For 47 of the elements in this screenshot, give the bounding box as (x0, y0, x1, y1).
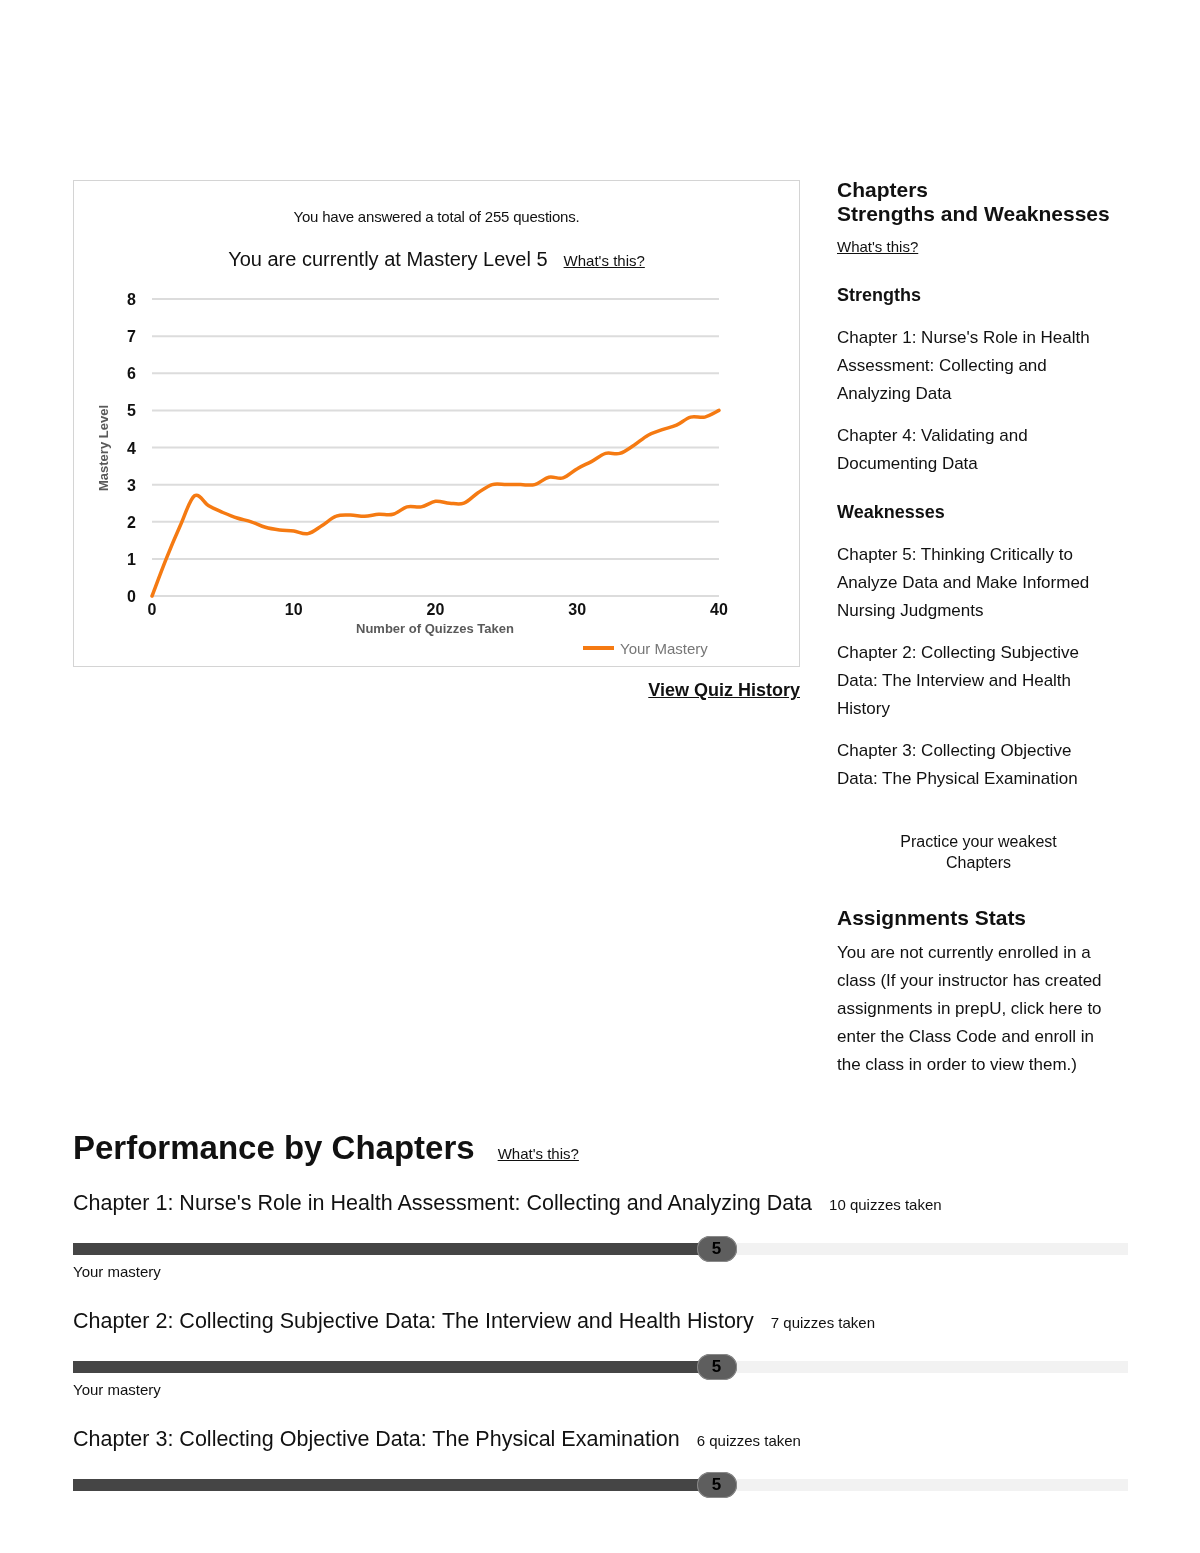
quizzes-taken-count: 7 quizzes taken (770, 1313, 875, 1333)
panel-subtitle: Strengths and Weaknesses (837, 202, 1111, 226)
whats-this-link[interactable]: What's this? (563, 252, 645, 270)
assignments-text: You are not currently enrolled in a class (If your instructor has created assignments in prepU, click here to enter the Class Code and enroll in the class in order to view them.) (837, 942, 1103, 1076)
chapter-item: Chapter 5: Thinking Critically to Analyze Data and Make Informed Nursing Judgments (837, 544, 1091, 622)
mastery-label: Your mastery (73, 1381, 162, 1399)
chapter-item: Chapter 1: Nurse's Role in Health Assessment: Collecting and Analyzing Data (837, 327, 1091, 405)
axis-tick-label: 3 (127, 476, 136, 494)
axis-tick-label: 5 (127, 402, 136, 420)
quizzes-taken-count: 10 quizzes taken (829, 1195, 942, 1215)
axis-tick-label: 20 (426, 601, 445, 618)
axis-tick-label: 1 (127, 550, 136, 568)
practice-weakest-chapters-button[interactable]: Practice your weakest Chapters (878, 831, 1079, 873)
chapter-title: Chapter 1: Nurse's Role in Health Assessment: Collecting and Analyzing Data (73, 1191, 813, 1215)
axis-title: Mastery Level (96, 405, 111, 491)
axis-tick-label: 6 (127, 365, 136, 383)
quizzes-taken-count: 6 quizzes taken (696, 1431, 801, 1451)
chapter-item: Chapter 3: Collecting Objective Data: The Physical Examination (837, 740, 1079, 790)
panel-title: Chapters (837, 178, 930, 202)
axis-title: Number of Quizzes Taken (356, 621, 514, 636)
chapter-item: Chapter 2: Collecting Subjective Data: The Interview and Health History (837, 642, 1080, 720)
mastery-level-badge: 5 (696, 1236, 737, 1262)
chapter-title: Chapter 2: Collecting Subjective Data: The Interview and Health History (73, 1309, 754, 1333)
axis-tick-label: 8 (127, 291, 136, 308)
axis-tick-label: 30 (568, 601, 587, 618)
group-heading: Strengths (837, 284, 922, 306)
whats-this-link[interactable]: What's this? (497, 1145, 579, 1163)
whats-this-link[interactable]: What's this? (837, 238, 919, 255)
assignments-heading: Assignments Stats (837, 906, 1028, 930)
chapter-title: Chapter 3: Collecting Objective Data: The Physical Examination (73, 1427, 680, 1451)
axis-tick-label: 7 (127, 328, 136, 346)
axis-tick-label: 0 (147, 601, 157, 618)
group-heading: Weaknesses (837, 501, 946, 523)
view-quiz-history-link[interactable]: View Quiz History (648, 680, 800, 700)
axis-tick-label: 4 (127, 439, 136, 457)
mastery-level-badge: 5 (696, 1354, 737, 1380)
axis-tick-label: 40 (710, 601, 728, 618)
chapter-item: Chapter 4: Validating and Documenting Data (837, 425, 1029, 475)
axis-tick-label: 2 (127, 513, 136, 531)
performance-heading: Performance by Chapters (73, 1128, 475, 1168)
axis-tick-label: 10 (284, 601, 303, 618)
legend-label: Your Mastery (620, 640, 708, 657)
axis-tick-label: 0 (127, 588, 136, 605)
mastery-label: Your mastery (73, 1263, 162, 1281)
total-questions-text: You have answered a total of 255 questions. (292, 207, 581, 227)
mastery-level-heading: You are currently at Mastery Level 5 (228, 248, 548, 270)
mastery-level-badge: 5 (696, 1472, 737, 1498)
